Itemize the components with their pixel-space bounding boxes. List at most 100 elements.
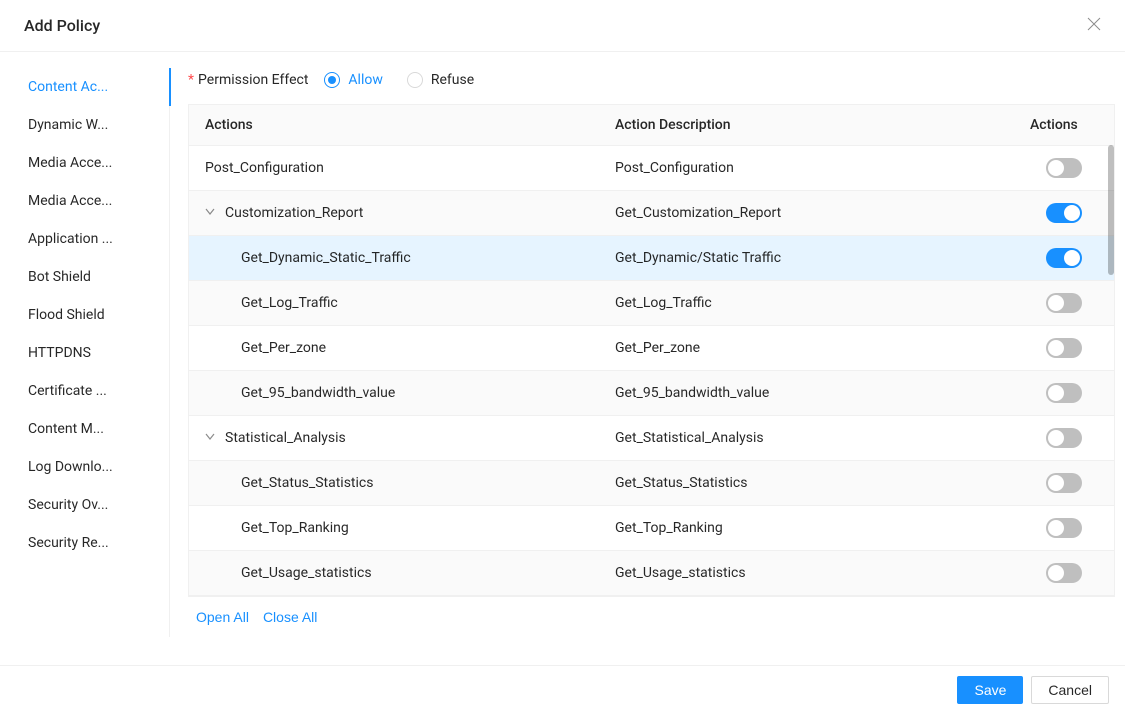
toggle-knob bbox=[1048, 430, 1064, 446]
action-description-cell: Get_Dynamic/Static Traffic bbox=[599, 236, 1014, 281]
action-toggle[interactable] bbox=[1046, 428, 1082, 448]
action-toggle[interactable] bbox=[1046, 248, 1082, 268]
chevron-down-icon[interactable] bbox=[205, 430, 217, 446]
table-header-row: Actions Action Description Actions bbox=[189, 105, 1114, 146]
toggle-knob bbox=[1048, 520, 1064, 536]
action-name-cell: Get_95_bandwidth_value bbox=[189, 371, 599, 416]
sidebar-item[interactable]: Dynamic W... bbox=[28, 106, 169, 144]
action-toggle[interactable] bbox=[1046, 158, 1082, 178]
action-name: Statistical_Analysis bbox=[225, 430, 346, 446]
radio-circle-icon bbox=[407, 72, 423, 88]
table-row: Get_Status_Statistics Get_Status_Statisti… bbox=[189, 461, 1114, 506]
action-name-cell: Get_Usage_statistics bbox=[189, 551, 599, 596]
toggle-knob bbox=[1048, 340, 1064, 356]
radio-refuse[interactable]: Refuse bbox=[407, 72, 474, 88]
action-name: Get_Per_zone bbox=[241, 340, 326, 356]
radio-circle-icon bbox=[324, 72, 340, 88]
action-name: Customization_Report bbox=[225, 205, 363, 221]
chevron-down-icon[interactable] bbox=[205, 205, 217, 221]
action-description-cell: Get_Customization_Report bbox=[599, 191, 1014, 236]
modal-body: Content Ac...Dynamic W...Media Acce...Me… bbox=[0, 52, 1125, 637]
permission-effect-row: * Permission Effect Allow Refuse bbox=[188, 68, 1115, 92]
open-all-button[interactable]: Open All bbox=[196, 609, 249, 625]
table-row: Get_Dynamic_Static_Traffic Get_Dynamic/St… bbox=[189, 236, 1114, 281]
cancel-button[interactable]: Cancel bbox=[1031, 676, 1109, 704]
action-toggle-cell bbox=[1014, 416, 1114, 461]
toggle-knob bbox=[1048, 475, 1064, 491]
action-name: Get_Usage_statistics bbox=[241, 565, 372, 581]
action-toggle-cell bbox=[1014, 236, 1114, 281]
table-row: Statistical_Analysis Get_Statistical_Anal… bbox=[189, 416, 1114, 461]
radio-allow[interactable]: Allow bbox=[324, 72, 382, 88]
sidebar-item[interactable]: Flood Shield bbox=[28, 296, 169, 334]
action-description-cell: Get_Statistical_Analysis bbox=[599, 416, 1014, 461]
actions-table: Actions Action Description Actions Post_… bbox=[189, 105, 1114, 596]
toggle-knob bbox=[1048, 160, 1064, 176]
sidebar-item[interactable]: Bot Shield bbox=[28, 258, 169, 296]
modal-footer: Save Cancel bbox=[0, 665, 1125, 714]
sidebar-item[interactable]: Content M... bbox=[28, 410, 169, 448]
action-toggle-cell bbox=[1014, 191, 1114, 236]
table-row: Get_Per_zone Get_Per_zone bbox=[189, 326, 1114, 371]
toggle-knob bbox=[1048, 565, 1064, 581]
sidebar-item[interactable]: Security Ov... bbox=[28, 486, 169, 524]
action-name: Get_Dynamic_Static_Traffic bbox=[241, 250, 411, 266]
action-name-cell: Customization_Report bbox=[189, 191, 599, 236]
toggle-knob bbox=[1048, 385, 1064, 401]
sidebar-item[interactable]: Log Downlo... bbox=[28, 448, 169, 486]
action-name: Get_Log_Traffic bbox=[241, 295, 338, 311]
action-name: Get_Top_Ranking bbox=[241, 520, 349, 536]
table-row: Get_Log_TrafficGet_Log_Traffic bbox=[189, 281, 1114, 326]
active-tab-indicator bbox=[169, 68, 171, 106]
header-actions-name: Actions bbox=[189, 105, 599, 146]
action-description-cell: Get_Per_zone bbox=[599, 326, 1014, 371]
save-button[interactable]: Save bbox=[957, 676, 1023, 704]
table-row: Get_Top_Ranking Get_Top_Ranking bbox=[189, 506, 1114, 551]
action-toggle[interactable] bbox=[1046, 518, 1082, 538]
permission-effect-label: Permission Effect bbox=[198, 72, 308, 88]
scrollbar-thumb[interactable] bbox=[1108, 145, 1114, 275]
sidebar-item[interactable]: Content Ac... bbox=[28, 68, 169, 106]
action-name-cell: Get_Dynamic_Static_Traffic bbox=[189, 236, 599, 281]
required-mark: * bbox=[188, 72, 194, 88]
toggle-knob bbox=[1064, 250, 1080, 266]
sidebar-item[interactable]: HTTPDNS bbox=[28, 334, 169, 372]
radio-refuse-label: Refuse bbox=[431, 72, 474, 88]
action-toggle[interactable] bbox=[1046, 563, 1082, 583]
action-toggle[interactable] bbox=[1046, 203, 1082, 223]
action-toggle[interactable] bbox=[1046, 473, 1082, 493]
action-toggle-cell bbox=[1014, 146, 1114, 191]
action-toggle-cell bbox=[1014, 461, 1114, 506]
action-name-cell: Get_Per_zone bbox=[189, 326, 599, 371]
action-name-cell: Post_Configuration bbox=[189, 146, 599, 191]
modal-header: Add Policy bbox=[0, 0, 1125, 52]
toggle-knob bbox=[1064, 205, 1080, 221]
action-toggle[interactable] bbox=[1046, 383, 1082, 403]
action-description-cell: Get_Top_Ranking bbox=[599, 506, 1014, 551]
close-all-button[interactable]: Close All bbox=[263, 609, 317, 625]
modal-title: Add Policy bbox=[24, 16, 100, 35]
sidebar: Content Ac...Dynamic W...Media Acce...Me… bbox=[28, 68, 170, 637]
sidebar-item[interactable]: Security Re... bbox=[28, 524, 169, 562]
action-name-cell: Statistical_Analysis bbox=[189, 416, 599, 461]
actions-table-container: Actions Action Description Actions Post_… bbox=[188, 104, 1115, 597]
action-description-cell: Get_Status_Statistics bbox=[599, 461, 1014, 506]
action-name: Post_Configuration bbox=[205, 160, 324, 176]
action-description-cell: Get_95_bandwidth_value bbox=[599, 371, 1014, 416]
sidebar-item[interactable]: Application ... bbox=[28, 220, 169, 258]
action-toggle[interactable] bbox=[1046, 293, 1082, 313]
close-button[interactable] bbox=[1087, 17, 1101, 35]
sidebar-item[interactable]: Media Acce... bbox=[28, 182, 169, 220]
action-name: Get_Status_Statistics bbox=[241, 475, 373, 491]
action-toggle[interactable] bbox=[1046, 338, 1082, 358]
action-toggle-cell bbox=[1014, 281, 1114, 326]
sidebar-item[interactable]: Media Acce... bbox=[28, 144, 169, 182]
table-row: Get_Usage_statisticsGet_Usage_statistics bbox=[189, 551, 1114, 596]
table-row: Get_95_bandwidth_valueGet_95_bandwidth_v… bbox=[189, 371, 1114, 416]
sidebar-item[interactable]: Certificate ... bbox=[28, 372, 169, 410]
header-actions-toggle: Actions bbox=[1014, 105, 1114, 146]
radio-allow-label: Allow bbox=[348, 72, 382, 88]
toggle-knob bbox=[1048, 295, 1064, 311]
action-description-cell: Post_Configuration bbox=[599, 146, 1014, 191]
action-toggle-cell bbox=[1014, 326, 1114, 371]
